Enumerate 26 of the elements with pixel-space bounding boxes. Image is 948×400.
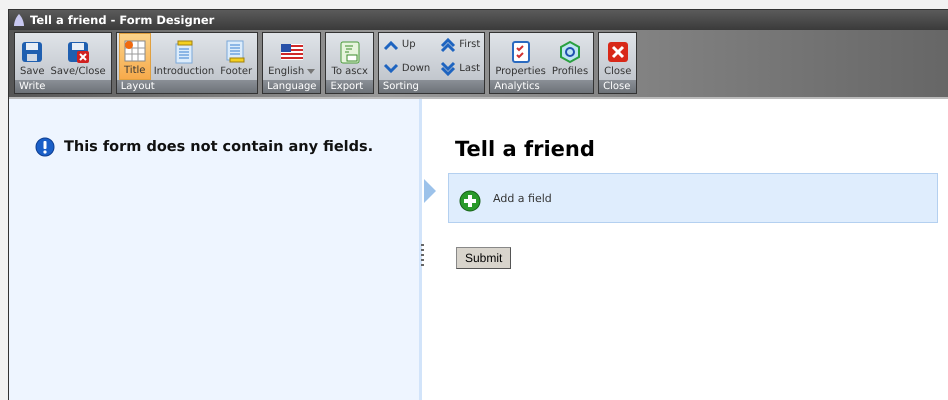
toolbar-button[interactable]: Up (380, 33, 432, 56)
toolbar-button[interactable]: Save/Close (48, 33, 109, 80)
group-label: Close (599, 80, 636, 93)
group-label: Language (263, 80, 320, 93)
toolbar-button[interactable]: English (265, 33, 318, 80)
toolbar-button[interactable]: Close (601, 33, 634, 80)
group-label: Sorting (378, 80, 484, 93)
toolbar-button[interactable]: Last (438, 56, 482, 80)
group-label: Analytics (490, 80, 594, 93)
toolbar-button[interactable]: Footer (217, 33, 256, 80)
submit-button[interactable]: Submit (456, 247, 512, 269)
info-message: This form does not contain any fields. (64, 139, 374, 155)
window-title: Tell a friend - Form Designer (30, 13, 214, 27)
toolbar-button[interactable]: Introduction (150, 33, 218, 80)
form-title: Tell a friend (454, 137, 596, 161)
group-label: Write (15, 80, 111, 93)
toolbar-button[interactable]: Profiles (548, 33, 592, 80)
toolbar-button[interactable]: To ascx (328, 33, 371, 80)
toolbar-button[interactable]: Title (118, 33, 151, 80)
toolbar-button[interactable]: Down (380, 56, 432, 80)
group-label: Export (326, 80, 373, 93)
group-label: Layout (116, 80, 258, 93)
toolbar-button[interactable]: Save (17, 33, 48, 80)
toolbar-button[interactable]: First (438, 33, 482, 56)
toolbar-button[interactable]: Properties (492, 33, 549, 80)
add-field-row[interactable]: Add a field (448, 173, 938, 223)
